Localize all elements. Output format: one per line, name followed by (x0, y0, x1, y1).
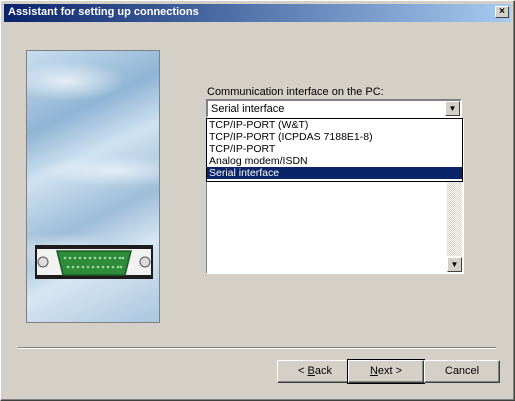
interface-option[interactable]: Analog modem/ISDN (207, 155, 462, 167)
back-button-label: ack (314, 365, 332, 377)
chevron-down-icon: ▼ (448, 104, 457, 113)
cancel-button-label: Cancel (444, 365, 480, 377)
interface-combobox-value: Serial interface (211, 103, 285, 115)
scroll-down-button[interactable]: ▼ (447, 257, 462, 272)
close-button[interactable]: × (495, 6, 509, 18)
next-button-label: ext > (377, 365, 403, 377)
listbox-scrollbar-track[interactable] (447, 182, 462, 256)
interface-option[interactable]: TCP/IP-PORT (ICPDAS 7188E1-8) (207, 131, 462, 143)
title-bar[interactable]: Assistant for setting up connections × (4, 4, 511, 22)
close-icon: × (499, 6, 505, 17)
interface-option[interactable]: TCP/IP-PORT (W&T) (207, 119, 462, 131)
interface-label: Communication interface on the PC: (207, 86, 384, 98)
wizard-side-image (26, 50, 160, 323)
interface-combobox[interactable]: Serial interface ▼ (206, 99, 462, 118)
button-separator (18, 347, 496, 349)
interface-dropdown-list[interactable]: TCP/IP-PORT (W&T) TCP/IP-PORT (ICPDAS 71… (206, 118, 463, 182)
arrow-down-icon: ▼ (450, 260, 459, 269)
back-button[interactable]: < Back (277, 360, 353, 383)
next-button-accel: N (369, 365, 378, 377)
back-button-accel: B (307, 365, 315, 377)
combobox-dropdown-button[interactable]: ▼ (445, 101, 460, 116)
window-title: Assistant for setting up connections (8, 6, 199, 18)
serial-connector-icon (35, 245, 153, 279)
next-button[interactable]: Next > (347, 359, 425, 384)
interface-option-selected[interactable]: Serial interface (207, 167, 462, 179)
interface-option[interactable]: TCP/IP-PORT (207, 143, 462, 155)
cancel-button[interactable]: Cancel (424, 360, 500, 383)
back-button-prefix: < (298, 365, 308, 377)
